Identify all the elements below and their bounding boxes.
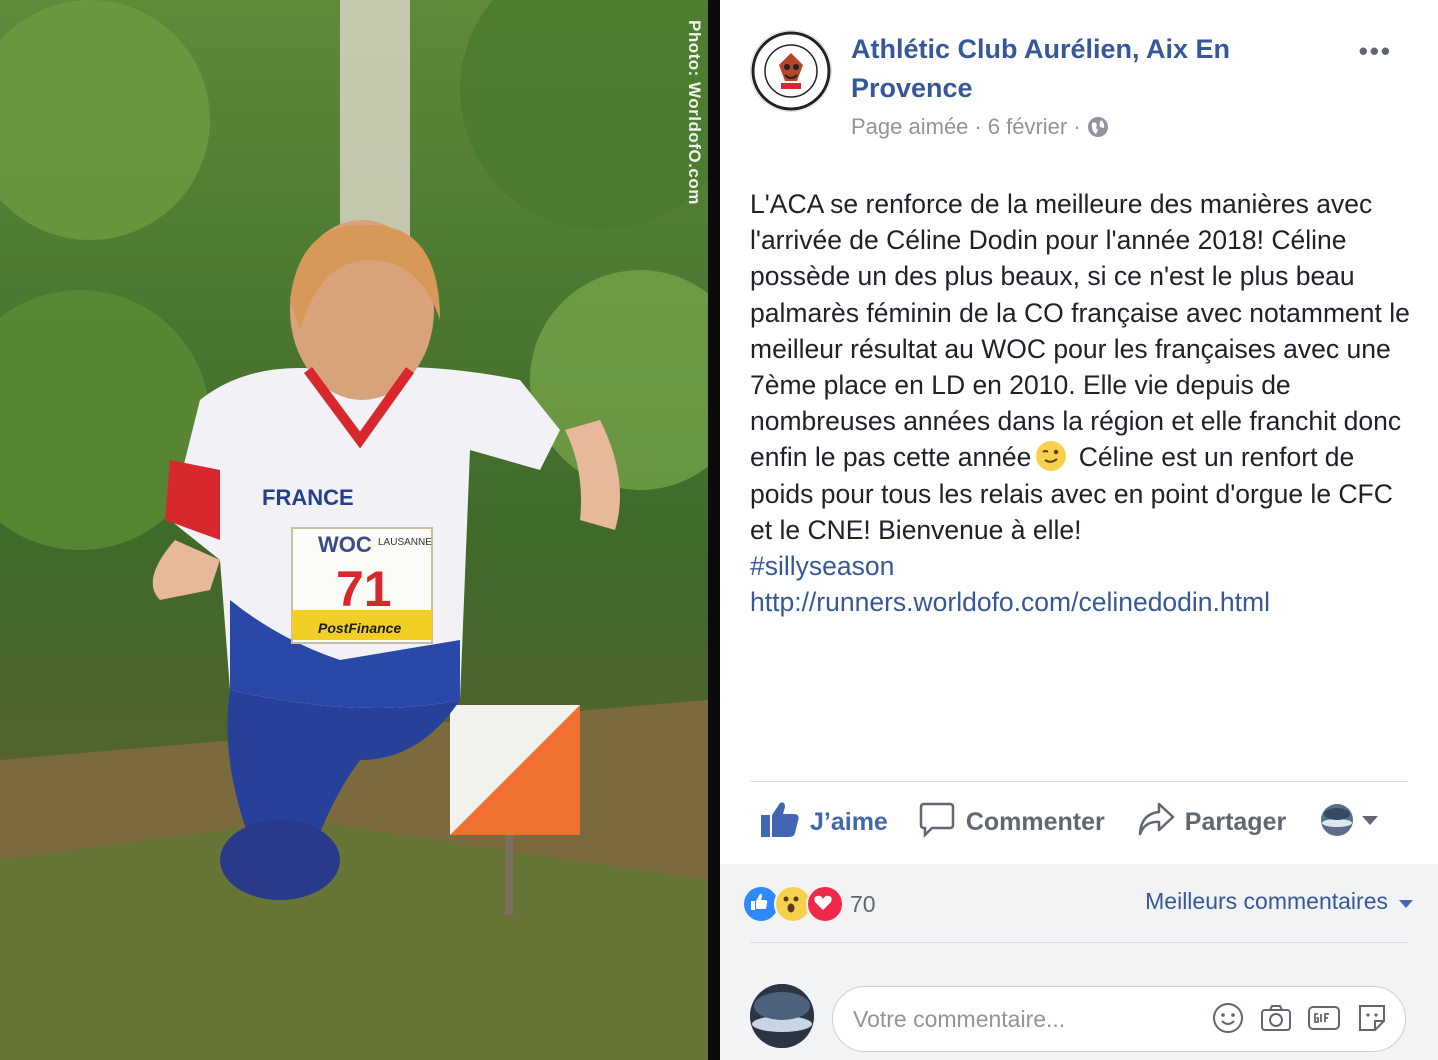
gif-icon[interactable] (1307, 1001, 1341, 1035)
page-avatar[interactable] (750, 30, 832, 112)
reactions-section: 70 Meilleurs commentaires (720, 864, 1438, 1060)
audience-selector[interactable] (1320, 803, 1380, 842)
post-meta: Page aimée · 6 février · (851, 114, 1109, 140)
share-arrow-icon (1137, 801, 1175, 844)
comment-composer (750, 984, 1410, 1054)
post-body: L'ACA se renforce de la meilleure des ma… (750, 186, 1416, 620)
user-avatar[interactable] (750, 984, 814, 1048)
meta-separator: · (1073, 114, 1081, 139)
comment-tools (1211, 1001, 1389, 1035)
share-button[interactable]: Partager (1137, 801, 1286, 844)
shirt-text: FRANCE (262, 485, 354, 510)
divider-top (750, 781, 1408, 782)
globe-icon[interactable] (1087, 116, 1109, 138)
runner-photo-illustration: WOC LAUSANNE 71 PostFinance FRANCE (0, 0, 708, 1060)
post-date[interactable]: 6 février (988, 114, 1067, 140)
reaction-icons[interactable] (742, 885, 844, 923)
photo-credit: Photo: WorldofO.com (685, 20, 704, 205)
share-label: Partager (1184, 807, 1287, 836)
like-label: J’aime (810, 807, 888, 836)
thumbs-up-icon (760, 800, 800, 845)
profile-thumb-icon (1320, 803, 1354, 842)
chevron-down-icon (1360, 813, 1380, 832)
post-header: Athlétic Club Aurélien, Aix En Provence … (750, 30, 1410, 150)
external-link[interactable]: http://runners.worldofo.com/celinedodin.… (750, 584, 1416, 620)
sort-label: Meilleurs commentaires (1145, 888, 1388, 914)
post-text-part1: L'ACA se renforce de la meilleure des ma… (750, 189, 1410, 473)
love-reaction-icon (806, 885, 844, 923)
sticker-icon[interactable] (1355, 1001, 1389, 1035)
photo-divider (708, 0, 720, 1060)
caret-down-icon (1398, 888, 1414, 915)
bib-event: WOC (318, 532, 372, 557)
comment-input-box[interactable] (832, 986, 1406, 1052)
meta-separator: · (974, 114, 982, 139)
wink-emoji-icon (1035, 440, 1067, 472)
camera-icon[interactable] (1259, 1001, 1293, 1035)
comment-bubble-icon (918, 800, 956, 845)
bib-event-detail: LAUSANNE (378, 537, 432, 548)
hashtag-link[interactable]: #sillyseason (750, 548, 1416, 584)
like-button[interactable]: J’aime (760, 800, 888, 845)
post-actions: J’aime Commenter Partager (750, 790, 1408, 854)
more-options-icon[interactable]: ••• (1359, 36, 1392, 67)
emoji-icon[interactable] (1211, 1001, 1245, 1035)
page-liked-status: Page aimée (851, 114, 969, 139)
comment-button[interactable]: Commenter (918, 800, 1105, 845)
bib-sponsor: PostFinance (318, 620, 401, 636)
page-name-link[interactable]: Athlétic Club Aurélien, Aix En Provence (851, 30, 1291, 108)
sort-comments-dropdown[interactable]: Meilleurs commentaires (1145, 888, 1414, 915)
post-panel: Athlétic Club Aurélien, Aix En Provence … (720, 0, 1438, 1060)
reaction-count[interactable]: 70 (850, 891, 876, 918)
divider-bottom (750, 942, 1408, 943)
comment-label: Commenter (965, 807, 1105, 836)
post-photo[interactable]: WOC LAUSANNE 71 PostFinance FRANCE Photo… (0, 0, 708, 1060)
bib-number: 71 (336, 561, 392, 617)
comment-input[interactable] (851, 997, 1195, 1041)
